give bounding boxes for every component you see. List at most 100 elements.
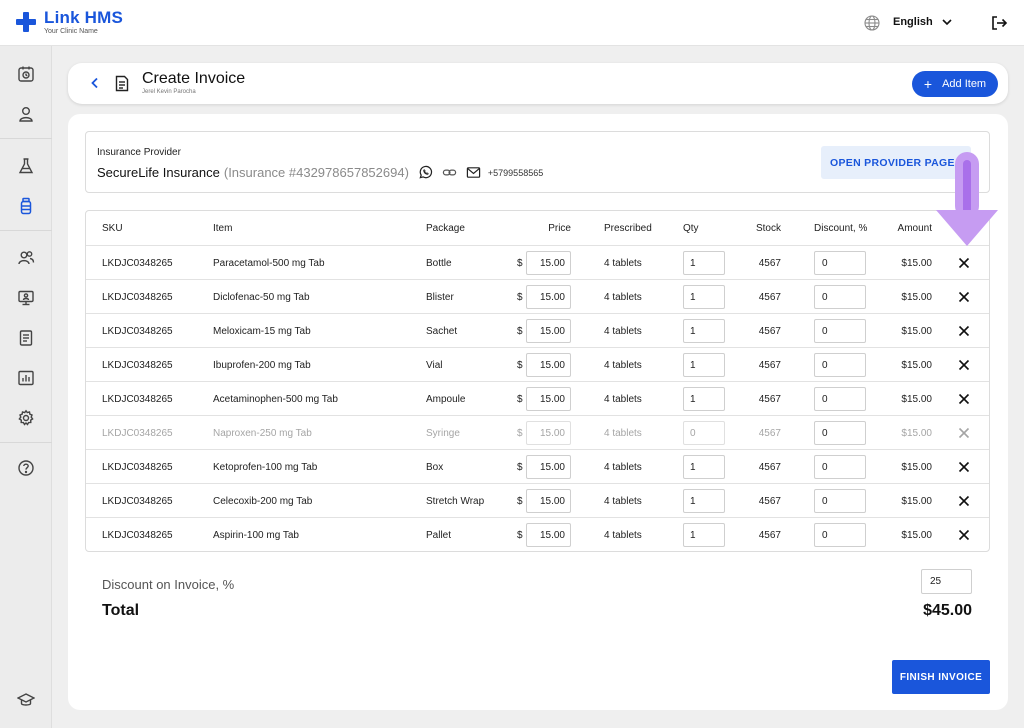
row-sku: LKDJC0348265 <box>102 393 173 405</box>
row-discount-input[interactable]: 0 <box>814 489 866 513</box>
row-currency: $ <box>517 427 523 439</box>
row-qty-input[interactable]: 1 <box>683 455 725 479</box>
row-price-input[interactable]: 15.00 <box>526 523 571 547</box>
row-discount-input[interactable]: 0 <box>814 353 866 377</box>
total-label: Total <box>102 602 140 619</box>
education-icon <box>17 693 35 706</box>
row-discount-input[interactable]: 0 <box>814 251 866 275</box>
row-stock: 4567 <box>758 393 781 405</box>
row-sku: LKDJC0348265 <box>102 291 173 303</box>
sidebar-item-monitor[interactable] <box>0 278 52 318</box>
header-package[interactable]: Package <box>426 211 465 245</box>
row-prescribed: 4 tablets <box>604 393 642 405</box>
header-stock[interactable]: Stock <box>736 211 781 245</box>
sidebar-item-reports[interactable] <box>0 318 52 358</box>
whatsapp-icon[interactable] <box>418 165 433 180</box>
row-qty-input[interactable]: 0 <box>683 421 725 445</box>
chevron-down-icon[interactable] <box>940 15 954 29</box>
patients-icon <box>19 107 33 122</box>
back-chevron-icon[interactable] <box>88 76 102 90</box>
row-price-input[interactable]: 15.00 <box>526 353 571 377</box>
header-discount[interactable]: Discount, % <box>814 211 867 245</box>
row-stock: 4567 <box>758 529 781 541</box>
sidebar-item-patients[interactable] <box>0 94 52 134</box>
finish-invoice-button[interactable]: FINISH INVOICE <box>892 660 990 694</box>
row-package: Sachet <box>426 325 458 337</box>
logo-cross-icon <box>16 12 36 32</box>
sidebar-item-help[interactable] <box>0 448 52 488</box>
header-price[interactable]: Price <box>526 211 571 245</box>
row-package: Blister <box>426 291 454 303</box>
sidebar-item-staff[interactable] <box>0 238 52 278</box>
row-price-input[interactable]: 15.00 <box>526 319 571 343</box>
row-qty-input[interactable]: 1 <box>683 523 725 547</box>
page-header: Create Invoice Jerel Kevin Parocha + Add… <box>68 63 1008 104</box>
row-discount-input[interactable]: 0 <box>814 455 866 479</box>
row-qty-input[interactable]: 1 <box>683 251 725 275</box>
add-item-button[interactable]: + Add Item <box>912 71 998 97</box>
logout-icon[interactable] <box>990 14 1008 32</box>
row-qty-input[interactable]: 1 <box>683 489 725 513</box>
row-sku: LKDJC0348265 <box>102 359 173 371</box>
row-item: Meloxicam-15 mg Tab <box>213 325 311 337</box>
annotation-arrow-down-icon <box>936 152 998 246</box>
row-item: Paracetamol-500 mg Tab <box>213 257 325 269</box>
remove-row-close-icon[interactable] <box>957 392 971 406</box>
remove-row-close-icon[interactable] <box>957 324 971 338</box>
invoice-discount-label: Discount on Invoice, % <box>102 577 235 592</box>
row-qty-input[interactable]: 1 <box>683 353 725 377</box>
row-discount-input[interactable]: 0 <box>814 523 866 547</box>
sidebar-item-analytics[interactable] <box>0 358 52 398</box>
sidebar-item-pharmacy[interactable] <box>0 186 52 226</box>
row-qty-input[interactable]: 1 <box>683 319 725 343</box>
remove-row-close-icon[interactable] <box>957 290 971 304</box>
header-qty[interactable]: Qty <box>683 211 699 245</box>
row-qty-input[interactable]: 1 <box>683 387 725 411</box>
row-price-input[interactable]: 15.00 <box>526 285 571 309</box>
insurance-label: Insurance Provider <box>97 147 181 158</box>
sidebar-item-appointments[interactable] <box>0 54 52 94</box>
remove-row-close-icon[interactable] <box>957 358 971 372</box>
row-price-input[interactable]: 15.00 <box>526 489 571 513</box>
row-discount-input[interactable]: 0 <box>814 319 866 343</box>
row-currency: $ <box>517 359 523 371</box>
row-prescribed: 4 tablets <box>604 325 642 337</box>
header-amount[interactable]: Amount <box>886 211 932 245</box>
row-discount-input[interactable]: 0 <box>814 387 866 411</box>
sidebar-item-settings[interactable] <box>0 398 52 438</box>
remove-row-close-icon[interactable] <box>957 256 971 270</box>
row-discount-input[interactable]: 0 <box>814 421 866 445</box>
row-price-input[interactable]: 15.00 <box>526 455 571 479</box>
row-prescribed: 4 tablets <box>604 461 642 473</box>
remove-row-close-icon[interactable] <box>957 426 971 440</box>
row-amount: $15.00 <box>901 427 932 439</box>
row-item: Aspirin-100 mg Tab <box>213 529 299 541</box>
header-sku[interactable]: SKU <box>102 211 123 245</box>
sidebar-item-lab[interactable] <box>0 146 52 186</box>
language-selector[interactable]: English <box>893 16 933 28</box>
mail-icon[interactable] <box>466 165 481 180</box>
invoice-discount-input[interactable]: 25 <box>921 569 972 594</box>
add-item-label: Add Item <box>942 78 987 90</box>
remove-row-close-icon[interactable] <box>957 494 971 508</box>
row-item: Ibuprofen-200 mg Tab <box>213 359 311 371</box>
row-price-input[interactable]: 15.00 <box>526 251 571 275</box>
logo[interactable]: Link HMS Your Clinic Name <box>16 9 123 36</box>
row-amount: $15.00 <box>901 529 932 541</box>
row-sku: LKDJC0348265 <box>102 495 173 507</box>
header-prescribed[interactable]: Prescribed <box>604 211 652 245</box>
row-price-input[interactable]: 15.00 <box>526 387 571 411</box>
sidebar-item-education[interactable] <box>0 680 52 720</box>
help-icon <box>18 460 34 476</box>
globe-icon[interactable] <box>864 15 880 31</box>
remove-row-close-icon[interactable] <box>957 528 971 542</box>
table-header: SKU Item Package Price Prescribed Qty St… <box>86 211 989 245</box>
row-discount-input[interactable]: 0 <box>814 285 866 309</box>
row-price-input[interactable]: 15.00 <box>526 421 571 445</box>
remove-row-close-icon[interactable] <box>957 460 971 474</box>
row-qty-input[interactable]: 1 <box>683 285 725 309</box>
header-item[interactable]: Item <box>213 211 232 245</box>
row-amount: $15.00 <box>901 325 932 337</box>
link-icon[interactable] <box>442 165 457 180</box>
table-row: LKDJC0348265 Diclofenac-50 mg Tab Blister $… <box>86 279 989 313</box>
